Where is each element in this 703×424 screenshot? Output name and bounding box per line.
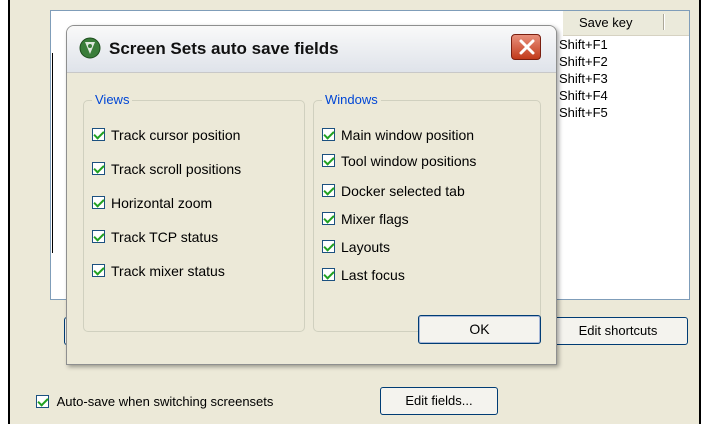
checkbox-main-window-position[interactable]: Main window position bbox=[322, 125, 474, 143]
checkbox[interactable] bbox=[92, 128, 105, 142]
checkbox-last-focus[interactable]: Last focus bbox=[322, 265, 405, 283]
checkbox[interactable] bbox=[92, 196, 105, 210]
checkbox-docker-selected-tab[interactable]: Docker selected tab bbox=[322, 181, 465, 199]
checkbox[interactable] bbox=[92, 162, 105, 176]
checkbox-mixer-flags[interactable]: Mixer flags bbox=[322, 209, 409, 227]
checkbox[interactable] bbox=[322, 154, 335, 168]
checkbox[interactable] bbox=[322, 268, 335, 282]
column-header-save-key[interactable]: Save key bbox=[563, 11, 689, 36]
autosave-checkbox[interactable] bbox=[36, 395, 49, 409]
autosave-label: Auto-save when switching screensets bbox=[56, 393, 274, 409]
checkbox-label: Track scroll positions bbox=[111, 160, 242, 177]
edit-fields-button[interactable]: Edit fields... bbox=[380, 387, 498, 415]
windows-group: Windows Main window position Tool window… bbox=[313, 92, 541, 332]
dialog-title: Screen Sets auto save fields bbox=[109, 39, 339, 58]
checkbox-label: Track cursor position bbox=[111, 126, 241, 143]
checkbox-label: Mixer flags bbox=[341, 210, 409, 227]
column-separator-highlight bbox=[664, 14, 665, 30]
checkbox-track-tcp-status[interactable]: Track TCP status bbox=[92, 227, 218, 245]
checkbox-track-mixer-status[interactable]: Track mixer status bbox=[92, 261, 225, 279]
checkbox-tool-window-positions[interactable]: Tool window positions bbox=[322, 151, 476, 169]
checkbox-horizontal-zoom[interactable]: Horizontal zoom bbox=[92, 193, 212, 211]
checkbox[interactable] bbox=[92, 264, 105, 278]
autosave-fields-dialog: Screen Sets auto save fields Views Track… bbox=[66, 25, 557, 365]
checkbox-label: Track mixer status bbox=[111, 262, 225, 279]
reaper-app-icon bbox=[79, 37, 101, 59]
list-item[interactable]: Shift+F2 bbox=[559, 54, 608, 70]
dialog-titlebar[interactable]: Screen Sets auto save fields bbox=[67, 26, 556, 73]
list-item[interactable]: Shift+F5 bbox=[559, 105, 608, 121]
checkbox-label: Tool window positions bbox=[341, 152, 477, 169]
checkbox-label: Layouts bbox=[341, 238, 391, 255]
checkbox[interactable] bbox=[322, 128, 335, 142]
column-header-label: Save key bbox=[579, 15, 633, 30]
views-legend: Views bbox=[92, 92, 133, 107]
edit-shortcuts-button[interactable]: Edit shortcuts bbox=[548, 317, 688, 345]
checkbox[interactable] bbox=[92, 230, 105, 244]
ok-button[interactable]: OK bbox=[418, 315, 541, 344]
autosave-checkbox-row[interactable]: Auto-save when switching screensets bbox=[36, 391, 273, 411]
list-left-column-marks bbox=[52, 53, 59, 253]
checkbox[interactable] bbox=[322, 240, 335, 254]
checkbox-track-scroll-positions[interactable]: Track scroll positions bbox=[92, 159, 241, 177]
windows-legend: Windows bbox=[322, 92, 381, 107]
views-group: Views Track cursor position Track scroll… bbox=[83, 92, 305, 332]
checkbox[interactable] bbox=[322, 184, 335, 198]
checkbox-label: Main window position bbox=[341, 126, 475, 143]
checkbox-layouts[interactable]: Layouts bbox=[322, 237, 390, 255]
checkbox-label: Horizontal zoom bbox=[111, 194, 213, 211]
checkbox[interactable] bbox=[322, 212, 335, 226]
close-button[interactable] bbox=[511, 34, 541, 60]
list-item[interactable]: Shift+F1 bbox=[559, 37, 608, 53]
checkbox-label: Docker selected tab bbox=[341, 182, 465, 199]
close-icon bbox=[519, 39, 535, 55]
checkbox-label: Track TCP status bbox=[111, 228, 219, 245]
list-item[interactable]: Shift+F4 bbox=[559, 88, 608, 104]
list-item[interactable]: Shift+F3 bbox=[559, 71, 608, 87]
checkbox-label: Last focus bbox=[341, 266, 405, 283]
checkbox-track-cursor-position[interactable]: Track cursor position bbox=[92, 125, 240, 143]
